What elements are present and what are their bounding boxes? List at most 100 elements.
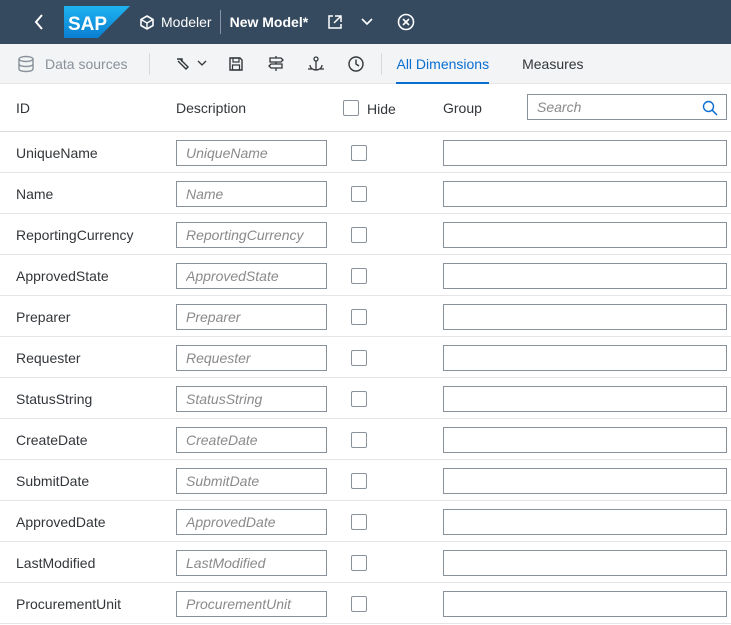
table-row: ProcurementUnit bbox=[0, 583, 731, 624]
dimension-id: Preparer bbox=[16, 309, 71, 325]
table-row: ApprovedState bbox=[0, 255, 731, 296]
description-input[interactable] bbox=[176, 345, 327, 371]
description-input[interactable] bbox=[176, 509, 327, 535]
hide-checkbox[interactable] bbox=[351, 350, 367, 366]
open-external-button[interactable] bbox=[324, 11, 346, 33]
chevron-down-icon bbox=[197, 60, 207, 66]
table-row: ApprovedDate bbox=[0, 501, 731, 542]
table-row: UniqueName bbox=[0, 132, 731, 173]
tab-measures[interactable]: Measures bbox=[522, 44, 583, 84]
group-input[interactable] bbox=[443, 427, 727, 453]
group-input[interactable] bbox=[443, 263, 727, 289]
table-row: LastModified bbox=[0, 542, 731, 583]
table-row: CreateDate bbox=[0, 419, 731, 460]
dimension-id: ReportingCurrency bbox=[16, 227, 134, 243]
description-input[interactable] bbox=[176, 550, 327, 576]
modeler-icon bbox=[139, 14, 155, 30]
hide-checkbox[interactable] bbox=[351, 391, 367, 407]
toolbar-separator bbox=[149, 52, 151, 75]
pin-button[interactable] bbox=[305, 53, 327, 75]
group-input[interactable] bbox=[443, 468, 727, 494]
dimension-id: Requester bbox=[16, 350, 81, 366]
table-row: Requester bbox=[0, 337, 731, 378]
group-input[interactable] bbox=[443, 181, 727, 207]
hide-checkbox[interactable] bbox=[351, 227, 367, 243]
chevron-down-icon bbox=[361, 18, 373, 26]
dimension-table-body: UniqueName Name ReportingCurrency Approv… bbox=[0, 132, 731, 624]
hide-checkbox[interactable] bbox=[351, 432, 367, 448]
column-header-description[interactable]: Description bbox=[176, 100, 246, 116]
column-header-id[interactable]: ID bbox=[16, 100, 30, 116]
column-header-hide: Hide bbox=[367, 101, 396, 117]
chevron-left-icon bbox=[34, 14, 43, 30]
hide-checkbox[interactable] bbox=[351, 309, 367, 325]
dimension-id: SubmitDate bbox=[16, 473, 90, 489]
description-input[interactable] bbox=[176, 591, 327, 617]
description-input[interactable] bbox=[176, 468, 327, 494]
hide-checkbox[interactable] bbox=[351, 268, 367, 284]
open-external-icon bbox=[328, 15, 342, 29]
hide-checkbox[interactable] bbox=[351, 145, 367, 161]
sap-logo-text: SAP bbox=[68, 14, 107, 35]
dimension-id: ApprovedState bbox=[16, 268, 109, 284]
wrench-icon bbox=[176, 57, 189, 70]
search-icon[interactable] bbox=[702, 100, 718, 116]
data-sources-button[interactable]: Data sources bbox=[17, 55, 127, 73]
hide-checkbox[interactable] bbox=[351, 186, 367, 202]
description-input[interactable] bbox=[176, 304, 327, 330]
description-input[interactable] bbox=[176, 386, 327, 412]
hide-all-checkbox[interactable] bbox=[343, 100, 359, 116]
dimension-id: LastModified bbox=[16, 555, 96, 571]
group-input[interactable] bbox=[443, 345, 727, 371]
description-input[interactable] bbox=[176, 222, 327, 248]
data-sources-label: Data sources bbox=[45, 55, 128, 72]
table-row: Name bbox=[0, 173, 731, 214]
dimension-id: CreateDate bbox=[16, 432, 88, 448]
group-input[interactable] bbox=[443, 386, 727, 412]
hide-checkbox[interactable] bbox=[351, 596, 367, 612]
group-input[interactable] bbox=[443, 550, 727, 576]
group-input[interactable] bbox=[443, 304, 727, 330]
shell-bar: SAP Modeler New Model* bbox=[0, 0, 731, 44]
dimension-id: UniqueName bbox=[16, 145, 98, 161]
group-input[interactable] bbox=[443, 509, 727, 535]
history-button[interactable] bbox=[345, 53, 367, 75]
database-icon bbox=[18, 55, 34, 72]
hide-checkbox[interactable] bbox=[351, 473, 367, 489]
group-input[interactable] bbox=[443, 591, 727, 617]
save-icon bbox=[229, 56, 244, 71]
sap-logo[interactable]: SAP bbox=[64, 6, 130, 38]
tab-all-dimensions-label: All Dimensions bbox=[396, 55, 490, 72]
tools-menu-button[interactable] bbox=[170, 53, 210, 75]
shell-divider bbox=[219, 10, 221, 34]
hierarchy-button[interactable] bbox=[265, 53, 287, 75]
save-button[interactable] bbox=[225, 53, 247, 75]
table-row: ReportingCurrency bbox=[0, 214, 731, 255]
app-name[interactable]: Modeler bbox=[161, 14, 212, 30]
column-header-group[interactable]: Group bbox=[443, 100, 482, 116]
tab-all-dimensions[interactable]: All Dimensions bbox=[396, 44, 489, 84]
hide-checkbox[interactable] bbox=[351, 555, 367, 571]
close-button[interactable] bbox=[395, 11, 417, 33]
dimension-id: Name bbox=[16, 186, 54, 202]
tab-measures-label: Measures bbox=[522, 55, 584, 72]
description-input[interactable] bbox=[176, 263, 327, 289]
file-menu-dropdown[interactable] bbox=[356, 11, 378, 33]
toolbar: Data sources All Dimensions Measures bbox=[0, 44, 731, 84]
group-input[interactable] bbox=[443, 222, 727, 248]
signpost-icon bbox=[268, 56, 285, 71]
hide-checkbox[interactable] bbox=[351, 514, 367, 530]
back-button[interactable] bbox=[27, 10, 51, 34]
group-input[interactable] bbox=[443, 140, 727, 166]
description-input[interactable] bbox=[176, 427, 327, 453]
table-row: StatusString bbox=[0, 378, 731, 419]
close-circle-icon bbox=[397, 13, 415, 31]
search-field[interactable] bbox=[527, 94, 727, 120]
search-input[interactable] bbox=[528, 99, 698, 115]
dimension-id: ApprovedDate bbox=[16, 514, 106, 530]
document-title: New Model* bbox=[229, 14, 309, 30]
dimension-id: ProcurementUnit bbox=[16, 596, 122, 612]
description-input[interactable] bbox=[176, 140, 327, 166]
table-header: ID Description Hide Group bbox=[0, 84, 731, 132]
description-input[interactable] bbox=[176, 181, 327, 207]
